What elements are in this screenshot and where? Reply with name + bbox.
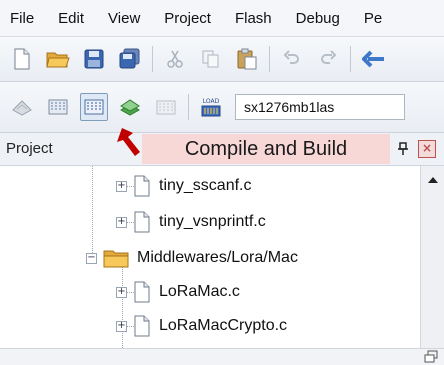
status-bar: [0, 348, 444, 365]
save-button[interactable]: [80, 45, 108, 73]
project-tree: + tiny_sscanf.c + tiny_vsnprintf.c − Mid…: [0, 166, 420, 348]
compile-build-callout: Compile and Build: [142, 134, 390, 164]
paste-button[interactable]: [233, 45, 261, 73]
paste-icon: [237, 48, 257, 70]
panel-title: Project: [6, 140, 53, 157]
toolbar-separator: [152, 46, 153, 72]
target-select[interactable]: [235, 94, 405, 120]
menu-file[interactable]: File: [0, 10, 46, 27]
expand-toggle[interactable]: +: [116, 286, 127, 298]
tree-item-label: tiny_vsnprintf.c: [159, 213, 266, 230]
file-icon: [134, 281, 150, 303]
red-arrow-icon: [117, 128, 140, 156]
tree-item[interactable]: − Middlewares/Lora/Mac: [86, 242, 298, 274]
toolbar-separator: [269, 46, 270, 72]
file-icon: [134, 211, 150, 233]
menu-edit[interactable]: Edit: [46, 10, 96, 27]
expand-toggle[interactable]: +: [116, 216, 127, 228]
redo-icon: [321, 50, 337, 64]
cut-button[interactable]: [161, 45, 189, 73]
expand-toggle[interactable]: +: [116, 180, 127, 192]
new-file-icon: [14, 48, 30, 70]
undo-button[interactable]: [278, 45, 306, 73]
rebuild-icon: [84, 99, 104, 115]
menu-bar: File Edit View Project Flash Debug Pe: [0, 0, 444, 37]
translate-button[interactable]: [8, 93, 36, 121]
collapse-toggle[interactable]: −: [86, 252, 97, 264]
copy-icon: [202, 50, 219, 68]
build-icon: [48, 99, 68, 115]
tree-item[interactable]: + tiny_sscanf.c: [116, 170, 251, 202]
load-download-icon: LOAD: [201, 98, 221, 117]
save-all-icon: [119, 48, 140, 69]
scroll-up-icon[interactable]: [425, 172, 441, 188]
stop-build-button[interactable]: [152, 93, 180, 121]
open-folder-icon: [46, 52, 70, 68]
load-label: LOAD: [203, 98, 220, 105]
tree-item-label: LoRaMacCrypto.c: [159, 317, 288, 334]
tree-item-label: Middlewares/Lora/Mac: [137, 249, 298, 266]
save-icon: [84, 49, 104, 69]
menu-debug[interactable]: Debug: [284, 10, 352, 27]
expand-toggle[interactable]: +: [116, 320, 127, 332]
download-button[interactable]: LOAD: [197, 93, 225, 121]
arrow-left-icon: [362, 50, 384, 68]
translate-icon: [12, 100, 32, 116]
stop-build-icon: [156, 100, 176, 115]
rebuild-button[interactable]: [80, 93, 108, 121]
build-button[interactable]: [44, 93, 72, 121]
tree-item[interactable]: + tiny_vsnprintf.c: [116, 206, 266, 238]
keil-ide-window: File Edit View Project Flash Debug Pe LO…: [0, 0, 444, 365]
file-toolbar: [0, 37, 444, 82]
folder-icon: [103, 250, 129, 268]
close-icon[interactable]: ×: [418, 140, 436, 158]
toolbar-separator: [188, 94, 189, 120]
tree-item[interactable]: + LoRaMac.c: [116, 276, 240, 308]
toolbar-separator: [350, 46, 351, 72]
tree-item-label: LoRaMac.c: [159, 283, 240, 300]
tree-item[interactable]: + LoRaMacCrypto.c: [116, 310, 287, 342]
redo-button[interactable]: [314, 45, 342, 73]
tree-item-label: tiny_sscanf.c: [159, 177, 252, 194]
copy-button[interactable]: [197, 45, 225, 73]
file-icon: [134, 315, 150, 337]
open-file-button[interactable]: [44, 45, 72, 73]
tree-scrollbar[interactable]: [420, 166, 444, 348]
save-all-button[interactable]: [116, 45, 144, 73]
batch-build-icon: [120, 99, 140, 116]
pin-icon[interactable]: [396, 142, 410, 156]
window-restore-icon[interactable]: [424, 350, 438, 363]
menu-view[interactable]: View: [96, 10, 152, 27]
scissors-icon: [167, 50, 183, 68]
menu-project[interactable]: Project: [152, 10, 223, 27]
file-icon: [134, 175, 150, 197]
menu-flash[interactable]: Flash: [223, 10, 284, 27]
batch-build-button[interactable]: [116, 93, 144, 121]
new-file-button[interactable]: [8, 45, 36, 73]
navigate-back-button[interactable]: [359, 45, 387, 73]
menu-peripherals[interactable]: Pe: [352, 10, 394, 27]
undo-icon: [283, 50, 299, 64]
build-toolbar: LOAD: [0, 82, 444, 133]
